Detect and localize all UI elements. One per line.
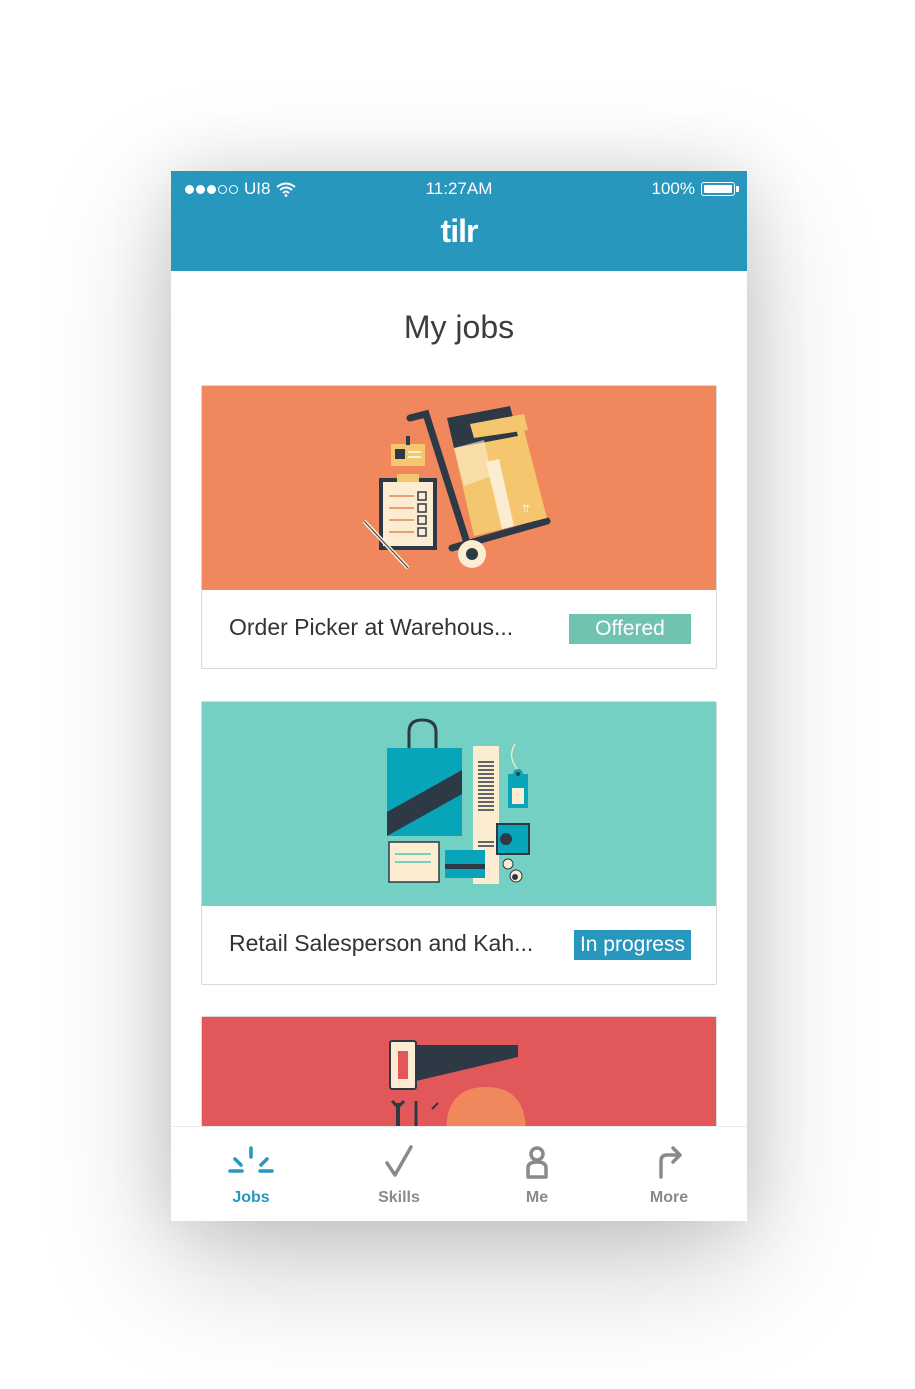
battery-icon bbox=[701, 182, 739, 196]
page-title: My jobs bbox=[403, 309, 515, 345]
job-card[interactable]: ⇈ Order Picker at Warehous... Offered bbox=[201, 385, 717, 669]
status-badge: Offered bbox=[569, 614, 691, 644]
status-badge: In progress bbox=[573, 930, 691, 960]
tab-more[interactable]: More bbox=[597, 1127, 741, 1221]
warehouse-illustration: ⇈ bbox=[202, 386, 716, 590]
tab-label: Skills bbox=[378, 1189, 420, 1206]
job-card[interactable] bbox=[201, 1016, 717, 1126]
retail-illustration bbox=[202, 702, 716, 906]
tab-me[interactable]: Me bbox=[465, 1127, 609, 1221]
jobs-scroll-area[interactable]: My jobs ⇈ Order Picker at Warehous... Of… bbox=[171, 271, 747, 1126]
tab-jobs[interactable]: Jobs bbox=[179, 1127, 323, 1221]
bottom-tab-bar: Jobs Skills Me More bbox=[171, 1126, 747, 1221]
construction-illustration bbox=[202, 1017, 716, 1126]
app-header: UI8 11:27AM 100% tilr bbox=[171, 171, 747, 271]
job-title: Retail Salesperson and Kah... bbox=[229, 930, 534, 956]
job-card-footer: Order Picker at Warehous... Offered bbox=[202, 590, 716, 668]
tab-skills[interactable]: Skills bbox=[327, 1127, 471, 1221]
arrow-forward-icon bbox=[659, 1146, 682, 1179]
tab-label: Jobs bbox=[232, 1189, 270, 1206]
phone-screen: UI8 11:27AM 100% tilr My jobs ⇈ Order Pi… bbox=[171, 171, 747, 1221]
job-card[interactable]: Retail Salesperson and Kah... In progres… bbox=[201, 701, 717, 985]
tab-label: More bbox=[649, 1189, 689, 1206]
app-logo: tilr bbox=[440, 213, 479, 249]
battery-percent: 100% bbox=[651, 179, 695, 198]
jobs-icon bbox=[228, 1146, 274, 1173]
battery-area: 100% bbox=[651, 179, 739, 199]
status-bar: UI8 11:27AM 100% bbox=[171, 179, 747, 199]
job-card-footer: Retail Salesperson and Kah... In progres… bbox=[202, 906, 716, 984]
tab-label: Me bbox=[525, 1189, 549, 1206]
job-title: Order Picker at Warehous... bbox=[229, 614, 514, 640]
check-icon bbox=[385, 1145, 413, 1177]
person-icon bbox=[526, 1146, 548, 1179]
svg-text:⇈: ⇈ bbox=[522, 504, 530, 515]
